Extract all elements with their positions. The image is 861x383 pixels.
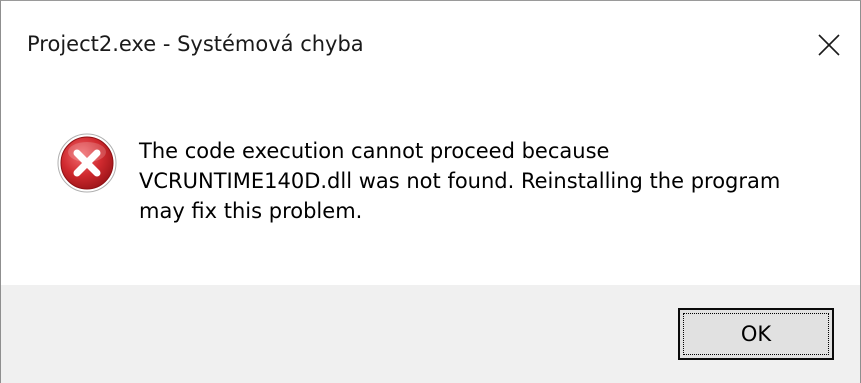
dialog-footer: OK [1,285,860,383]
dialog-content: The code execution cannot proceed becaus… [1,89,860,285]
message-line: VCRUNTIME140D.dll was not found. Reinsta… [139,169,781,193]
message-line: The code execution cannot proceed becaus… [139,139,610,163]
title-bar[interactable]: Project2.exe - Systémová chyba [1,1,860,89]
error-icon [56,132,118,194]
close-button[interactable] [798,21,860,69]
message-line: may fix this problem. [139,199,363,223]
ok-button-label: OK [740,322,772,346]
error-message: The code execution cannot proceed becaus… [139,136,829,226]
ok-button[interactable]: OK [678,308,834,360]
window-title: Project2.exe - Systémová chyba [27,32,364,56]
close-icon [818,34,840,56]
error-dialog: Project2.exe - Systémová chyba The code … [0,0,861,383]
